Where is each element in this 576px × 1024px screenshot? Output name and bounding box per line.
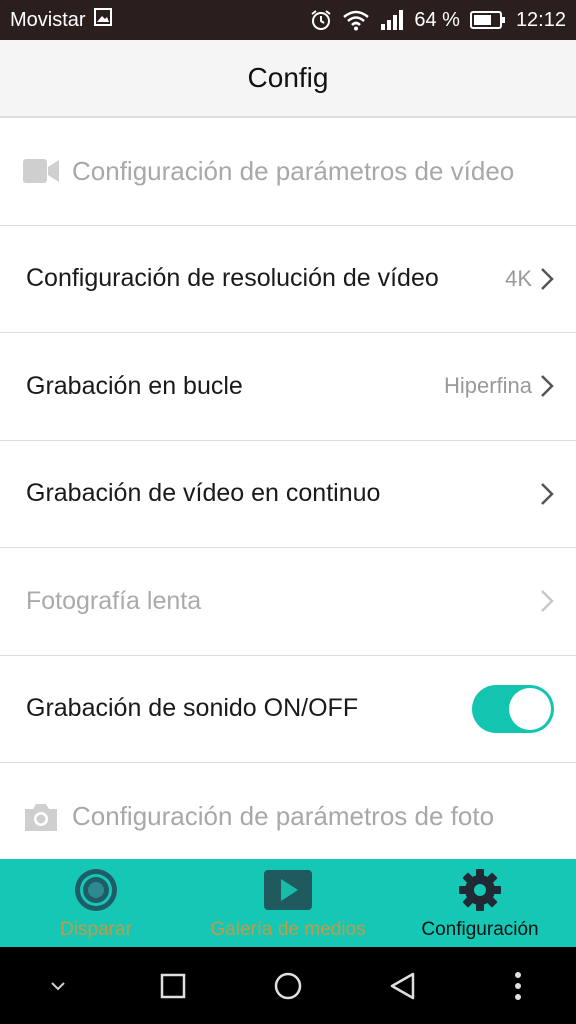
video-settings-section-label: Configuración de parámetros de vídeo (72, 155, 515, 186)
battery-icon (469, 10, 506, 30)
photo-settings-section-header: Configuración de parámetros de foto (0, 763, 576, 871)
home-icon[interactable] (258, 956, 318, 1016)
video-camera-icon (22, 157, 60, 185)
back-icon[interactable] (373, 956, 433, 1016)
continuous-video-row[interactable]: Grabación de vídeo en continuo (0, 441, 576, 548)
chevron-right-icon (540, 374, 554, 398)
slow-photo-label: Fotografía lenta (26, 586, 202, 615)
chevron-right-icon (540, 482, 554, 506)
gear-icon (457, 867, 503, 913)
video-resolution-value: 4K (505, 265, 532, 291)
more-icon[interactable] (488, 956, 548, 1016)
video-resolution-row[interactable]: Configuración de resolución de vídeo 4K (0, 226, 576, 333)
sound-recording-row: Grabación de sonido ON/OFF (0, 656, 576, 763)
sound-recording-label: Grabación de sonido ON/OFF (26, 694, 359, 723)
system-navigation-bar (0, 947, 576, 1024)
continuous-video-label: Grabación de vídeo en continuo (26, 479, 381, 508)
camera-icon (22, 801, 60, 833)
carrier-name: Movistar (10, 8, 86, 31)
chevron-right-icon (540, 589, 554, 613)
slow-photo-row[interactable]: Fotografía lenta (0, 548, 576, 656)
tab-shoot[interactable]: Disparar (0, 859, 192, 947)
settings-list: Configuración de parámetros de vídeo Con… (0, 118, 576, 871)
loop-recording-label: Grabación en bucle (26, 371, 243, 400)
clock: 12:12 (515, 8, 566, 31)
tab-settings-label: Configuración (421, 919, 539, 940)
loop-recording-value: Hiperfina (443, 373, 532, 399)
video-resolution-label: Configuración de resolución de vídeo (26, 264, 439, 293)
tab-media-gallery[interactable]: Galería de medios (192, 859, 384, 947)
loop-recording-row[interactable]: Grabación en bucle Hiperfina (0, 333, 576, 441)
alarm-icon (310, 9, 332, 31)
video-settings-section-header: Configuración de parámetros de vídeo (0, 118, 576, 226)
play-icon (263, 867, 313, 913)
page-title: Config (247, 62, 329, 93)
chevron-right-icon (540, 267, 554, 291)
tab-settings[interactable]: Configuración (384, 859, 576, 947)
collapse-icon[interactable] (28, 956, 88, 1016)
bottom-tab-bar: Disparar Galería de medios Configuración (0, 859, 576, 947)
photo-settings-section-label: Configuración de parámetros de foto (72, 801, 495, 832)
signal-icon (380, 9, 404, 31)
toggle-knob (509, 687, 551, 730)
tab-media-gallery-label: Galería de medios (210, 919, 366, 940)
battery-percent: 64 % (414, 8, 460, 31)
wifi-icon (342, 9, 370, 31)
image-notification-icon (93, 8, 112, 32)
status-bar: Movistar 64 % 12:12 (0, 0, 576, 40)
recents-icon[interactable] (143, 956, 203, 1016)
shutter-icon (73, 867, 119, 913)
tab-shoot-label: Disparar (60, 919, 132, 940)
header: Config (0, 40, 576, 118)
sound-recording-toggle[interactable] (472, 684, 554, 733)
